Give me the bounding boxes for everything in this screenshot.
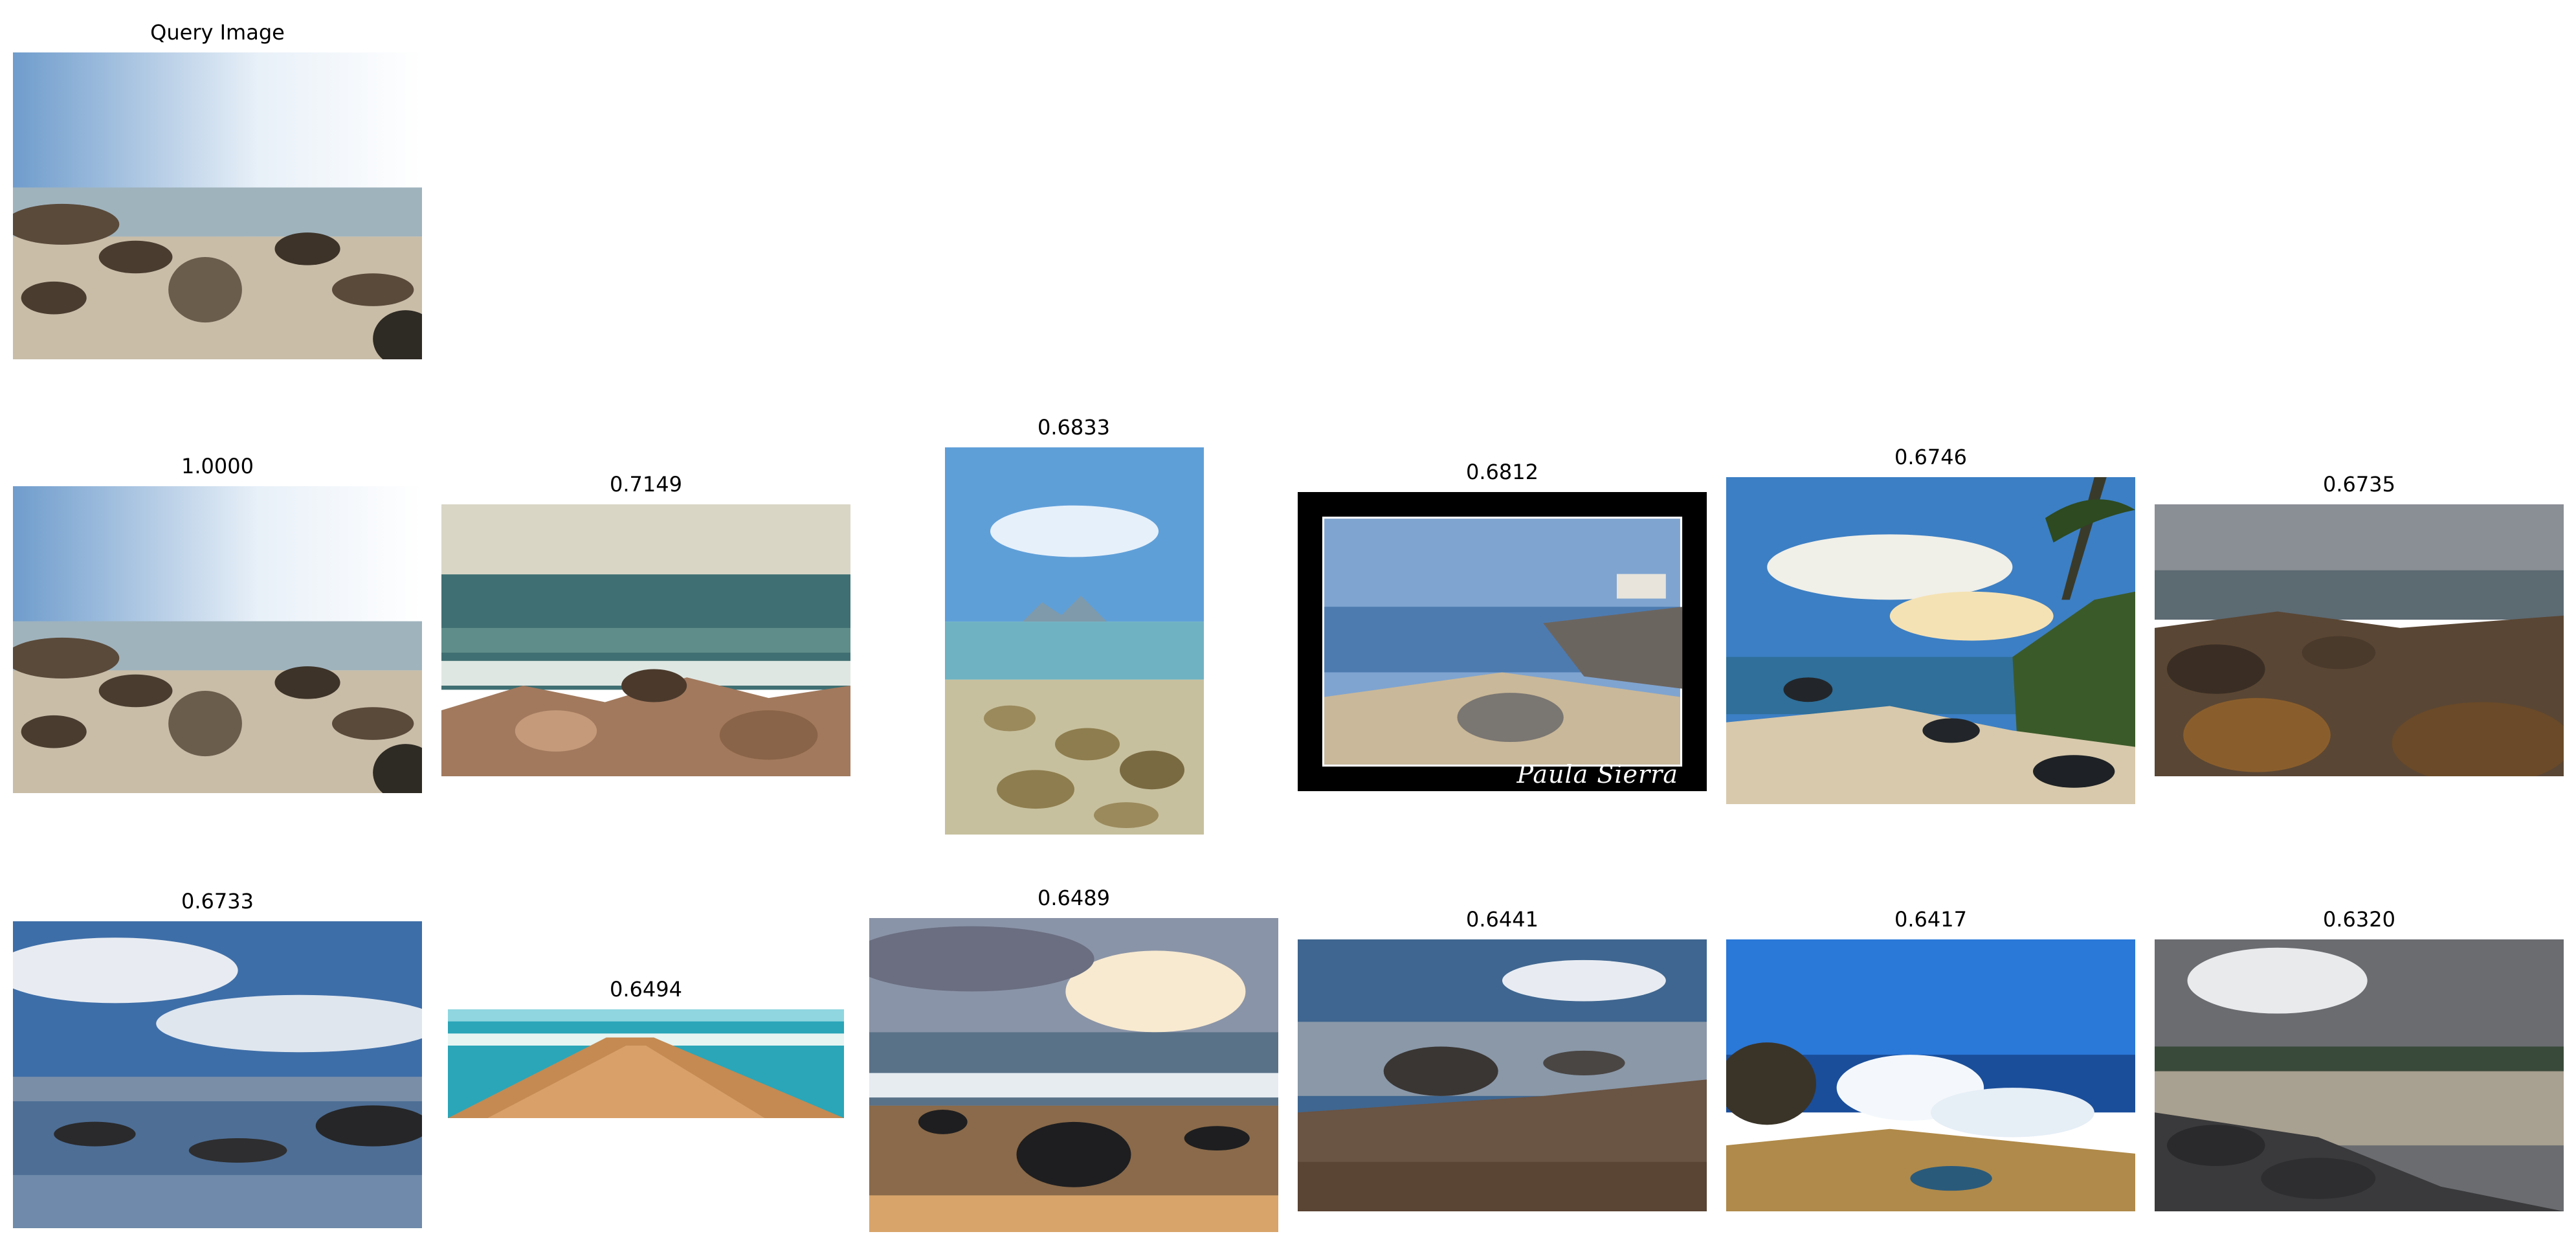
result-image [2155,939,2564,1211]
result-cell: 0.6733 [13,888,422,1231]
similarity-score: 0.6320 [2323,907,2395,932]
query-image [13,52,422,359]
query-title: Query Image [150,20,285,45]
result-image [448,1009,844,1118]
similarity-score: 0.6812 [1466,460,1538,484]
similarity-score: 0.6735 [2323,472,2395,497]
result-image [1298,939,1707,1211]
query-cell: Query Image [13,19,422,363]
result-image: Paula Sierra [1298,492,1707,791]
result-cell: 0.6812 Paula Sierra [1298,459,1707,796]
similarity-score: 0.6733 [181,889,254,914]
result-image [1726,939,2135,1211]
similarity-score: 0.6417 [1894,907,1967,932]
result-cell: 0.6494 [441,976,850,1145]
similarity-score: 0.6441 [1466,907,1538,932]
similarity-score: 0.6494 [610,977,682,1002]
result-cell: 0.6746 [1726,444,2135,807]
result-image [441,504,850,776]
similarity-score: 0.6489 [1038,886,1110,910]
result-cell: 1.0000 [13,453,422,796]
result-image [1726,477,2135,804]
result-cell: 0.6489 [869,885,1278,1235]
result-cell: 0.6441 [1298,906,1707,1217]
similarity-score: 0.7149 [610,472,682,497]
result-image [869,918,1278,1232]
result-cell: 0.6320 [2155,906,2564,1217]
result-cell: 0.6833 [869,414,1278,835]
similarity-score: 0.6746 [1894,445,1967,469]
similarity-score: 0.6833 [1038,415,1110,440]
result-image [2155,504,2564,776]
similarity-score: 1.0000 [181,454,254,478]
result-cell: 0.6735 [2155,471,2564,782]
result-cell: 0.6417 [1726,906,2135,1217]
photographer-watermark: Paula Sierra [1516,760,1678,789]
result-image [13,486,422,793]
result-cell: 0.7149 [441,471,850,782]
result-image [945,447,1204,835]
result-image [13,921,422,1228]
